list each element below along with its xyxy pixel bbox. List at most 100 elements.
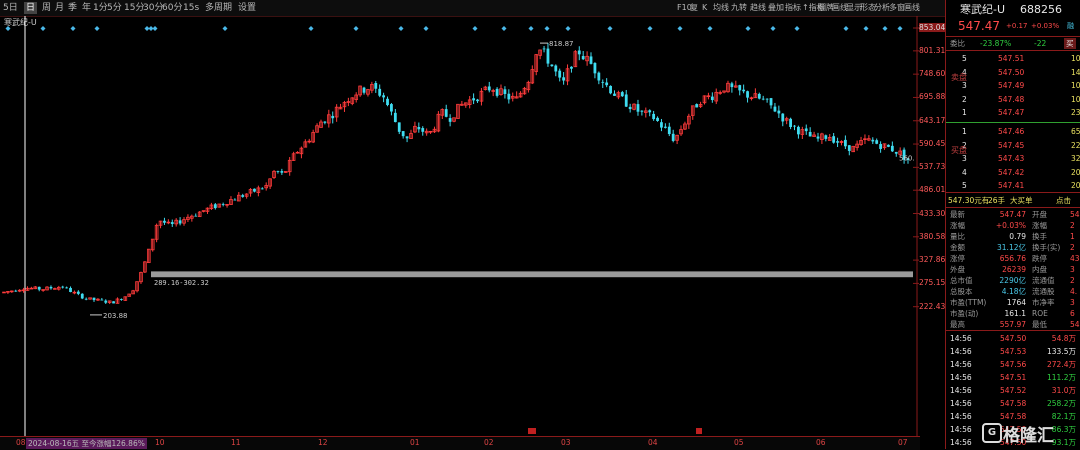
ask-price: 547.49 (998, 81, 1025, 90)
toolbar-tool-2[interactable]: K (702, 2, 707, 14)
candle-body (401, 131, 405, 137)
candle-body (307, 140, 312, 143)
candle-body (597, 72, 601, 81)
candle-body (491, 90, 495, 92)
period-tab-13[interactable]: 设置 (238, 2, 256, 14)
ask-row[interactable]: 5 547.51 10 (946, 53, 1080, 64)
stat-label: 市盈(动) (950, 309, 979, 318)
candle-body (382, 95, 386, 98)
candle-body (405, 136, 409, 139)
candle-body (546, 48, 550, 64)
ask-level: 1 (962, 108, 967, 117)
ask-row[interactable]: 1 547.47 23 (946, 107, 1080, 118)
tick-time: 14:56 (950, 360, 972, 369)
period-tab-2[interactable]: 周 (42, 2, 51, 14)
stock-code: 688256 (1020, 4, 1062, 16)
price-change: +0.17 (1006, 22, 1028, 30)
candle-body (241, 195, 245, 197)
buy-button[interactable]: 买 (1064, 38, 1076, 49)
period-tab-11[interactable]: 15s (183, 2, 199, 14)
period-tab-4[interactable]: 季 (68, 2, 77, 14)
stat-value-2: 4. (1070, 287, 1078, 296)
kline-chart[interactable]: 289.16-302.32 818.87 203.88 560. (0, 16, 920, 436)
stat-label: 总股本 (950, 287, 973, 296)
period-tab-9[interactable]: 30分 (143, 2, 163, 14)
toolbar-tool-3[interactable]: 均线 (713, 2, 729, 14)
bid-price: 547.45 (998, 140, 1025, 150)
stat-value-2: 2 (1070, 243, 1075, 252)
stat-label: 最新 (950, 210, 965, 219)
candle-body (730, 83, 734, 88)
candle-body (808, 131, 812, 137)
candle-body (843, 139, 847, 147)
candle-body (323, 121, 327, 123)
quote-panel: 寒武纪-U 688256 547.47 +0.17 +0.03% 融 委比 -2… (945, 0, 1080, 449)
big-order-action[interactable]: 点击 (1056, 195, 1071, 206)
candle-body (671, 133, 675, 141)
period-tab-0[interactable]: 5日 (3, 2, 18, 14)
toolbar-tool-1[interactable]: 复 (690, 2, 698, 14)
candle-body (890, 145, 894, 152)
candle-body (503, 89, 507, 94)
stat-value-2: 43 (1070, 254, 1080, 263)
period-tab-5[interactable]: 年 (82, 2, 91, 14)
stat-label-2: 换手(实) (1032, 243, 1061, 252)
period-tab-7[interactable]: 5分 (107, 2, 122, 14)
candle-body (636, 104, 640, 112)
candle-body (201, 210, 206, 212)
tick-time: 14:56 (950, 334, 972, 343)
bid-row[interactable]: 5 547.41 20 (946, 180, 1080, 191)
period-tab-1[interactable]: 日 (24, 2, 38, 14)
toolbar-tool-5[interactable]: 趋线 (750, 2, 766, 14)
stat-row: 涨幅 +0.03% 涨幅 2 (946, 220, 1080, 231)
candle-body (386, 98, 389, 106)
ask-price: 547.48 (998, 94, 1025, 104)
watermark-logo: 格隆汇 (1003, 426, 1054, 446)
candle-body (213, 204, 217, 209)
toolbar-tool-15[interactable]: 画线 (904, 2, 920, 14)
bid-row[interactable]: 4 547.42 20 (946, 167, 1080, 178)
period-tab-10[interactable]: 60分 (162, 2, 182, 14)
bid-level: 5 (962, 181, 967, 190)
tick-time: 14:56 (950, 438, 972, 447)
stat-value: 31.12亿 (997, 243, 1026, 252)
bid-row[interactable]: 1 547.46 65 (946, 126, 1080, 137)
ask-price: 547.47 (998, 108, 1025, 117)
toolbar-tool-14[interactable]: 多窗 (889, 2, 905, 14)
bid-price: 547.41 (998, 181, 1025, 190)
candle-body (832, 136, 836, 143)
sell-side-label: 卖盘 (951, 73, 967, 82)
candle-body (816, 136, 820, 139)
tick-time: 14:56 (950, 399, 972, 408)
candle-body (37, 286, 41, 290)
period-tab-12[interactable]: 多周期 (205, 2, 232, 14)
stat-label: 量比 (950, 232, 965, 241)
candle-body (163, 220, 166, 223)
event-marker-icon (40, 26, 46, 31)
stat-value: 557.97 (999, 320, 1026, 329)
stat-label-2: 最低 (1032, 320, 1047, 329)
toolbar-tool-4[interactable]: 九转 (731, 2, 747, 14)
period-tab-3[interactable]: 月 (55, 2, 64, 14)
candle-body (836, 141, 839, 143)
stat-row: 金额 31.12亿 换手(实) 2 (946, 242, 1080, 253)
stat-label-2: 跌停 (1032, 254, 1047, 263)
candle-body (104, 300, 108, 303)
bid-level: 4 (962, 167, 967, 177)
candle-body (793, 125, 796, 127)
event-marker-icon (882, 26, 888, 31)
ask-price: 547.51 (998, 54, 1025, 63)
tick-row: 14:56 547.52 31.0万 (946, 385, 1080, 396)
ask-row[interactable]: 2 547.48 10 (946, 94, 1080, 105)
candle-body (417, 127, 421, 130)
toolbar-tool-7[interactable]: 指标 (785, 2, 801, 14)
candle-body (887, 144, 890, 147)
candle-body (72, 291, 77, 294)
period-tab-6[interactable]: 1分 (93, 2, 108, 14)
toolbar-tool-6[interactable]: 叠加 (768, 2, 784, 14)
candle-body (773, 106, 777, 112)
period-tab-8[interactable]: 15分 (124, 2, 144, 14)
time-label: 06 (816, 438, 826, 447)
toolbar-tool-13[interactable]: 分析 (874, 2, 890, 14)
candle-body (593, 62, 597, 74)
